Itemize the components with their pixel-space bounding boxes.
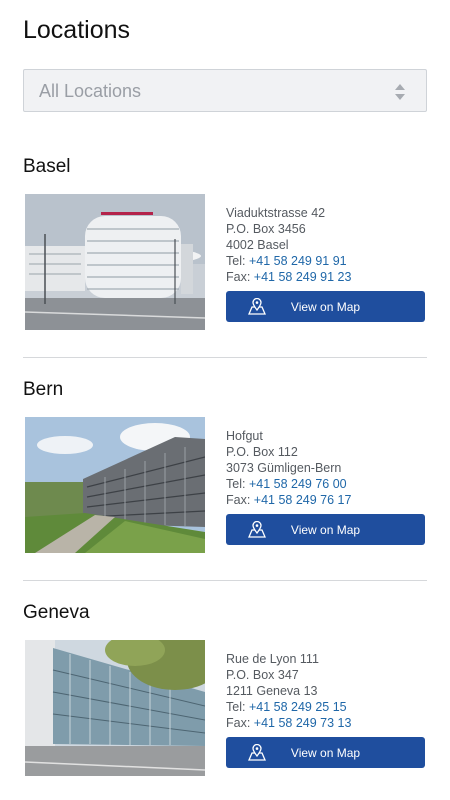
- location-photo-basel: [25, 194, 205, 330]
- view-on-map-button[interactable]: View on Map: [226, 737, 425, 768]
- sort-arrows-icon: [395, 84, 405, 100]
- tel-link[interactable]: +41 58 249 91 91: [249, 254, 347, 268]
- address-street: Viaduktstrasse 42: [226, 206, 326, 220]
- tel-link[interactable]: +41 58 249 25 15: [249, 700, 347, 714]
- fax-link[interactable]: +41 58 249 73 13: [254, 716, 352, 730]
- address-postal: 3073 Gümligen-Bern: [226, 461, 342, 475]
- address-street: Hofgut: [226, 429, 263, 443]
- location-filter-select[interactable]: All Locations: [23, 69, 427, 112]
- address-pobox: P.O. Box 347: [226, 668, 299, 682]
- section-divider: [23, 580, 427, 581]
- address-street: Rue de Lyon 111: [226, 652, 319, 666]
- location-filter-value: All Locations: [39, 81, 142, 101]
- tel-label: Tel:: [226, 254, 246, 268]
- location-city-name: Bern: [23, 379, 64, 400]
- fax-label: Fax:: [226, 270, 251, 284]
- address-postal: 4002 Basel: [226, 238, 289, 252]
- fax-label: Fax:: [226, 493, 251, 507]
- page-title: Locations: [23, 16, 131, 44]
- view-on-map-label: View on Map: [290, 523, 361, 537]
- tel-label: Tel:: [226, 700, 246, 714]
- location-city-name: Geneva: [23, 602, 90, 623]
- fax-link[interactable]: +41 58 249 91 23: [254, 270, 352, 284]
- tel-link[interactable]: +41 58 249 76 00: [249, 477, 347, 491]
- fax-link[interactable]: +41 58 249 76 17: [254, 493, 352, 507]
- view-on-map-label: View on Map: [290, 300, 361, 314]
- section-divider: [23, 357, 427, 358]
- fax-label: Fax:: [226, 716, 251, 730]
- address-postal: 1211 Geneva 13: [226, 684, 318, 698]
- tel-label: Tel:: [226, 477, 246, 491]
- view-on-map-button[interactable]: View on Map: [226, 291, 425, 322]
- location-address: Rue de Lyon 111 P.O. Box 347 1211 Geneva…: [226, 651, 351, 731]
- view-on-map-label: View on Map: [290, 746, 361, 760]
- location-city-name: Basel: [23, 156, 71, 177]
- address-pobox: P.O. Box 112: [226, 445, 298, 459]
- view-on-map-button[interactable]: View on Map: [226, 514, 425, 545]
- location-address: Hofgut P.O. Box 112 3073 Gümligen-Bern T…: [226, 428, 351, 508]
- location-photo-bern: [25, 417, 205, 553]
- location-address: Viaduktstrasse 42 P.O. Box 3456 4002 Bas…: [226, 205, 351, 285]
- location-photo-geneva: [25, 640, 205, 776]
- address-pobox: P.O. Box 3456: [226, 222, 306, 236]
